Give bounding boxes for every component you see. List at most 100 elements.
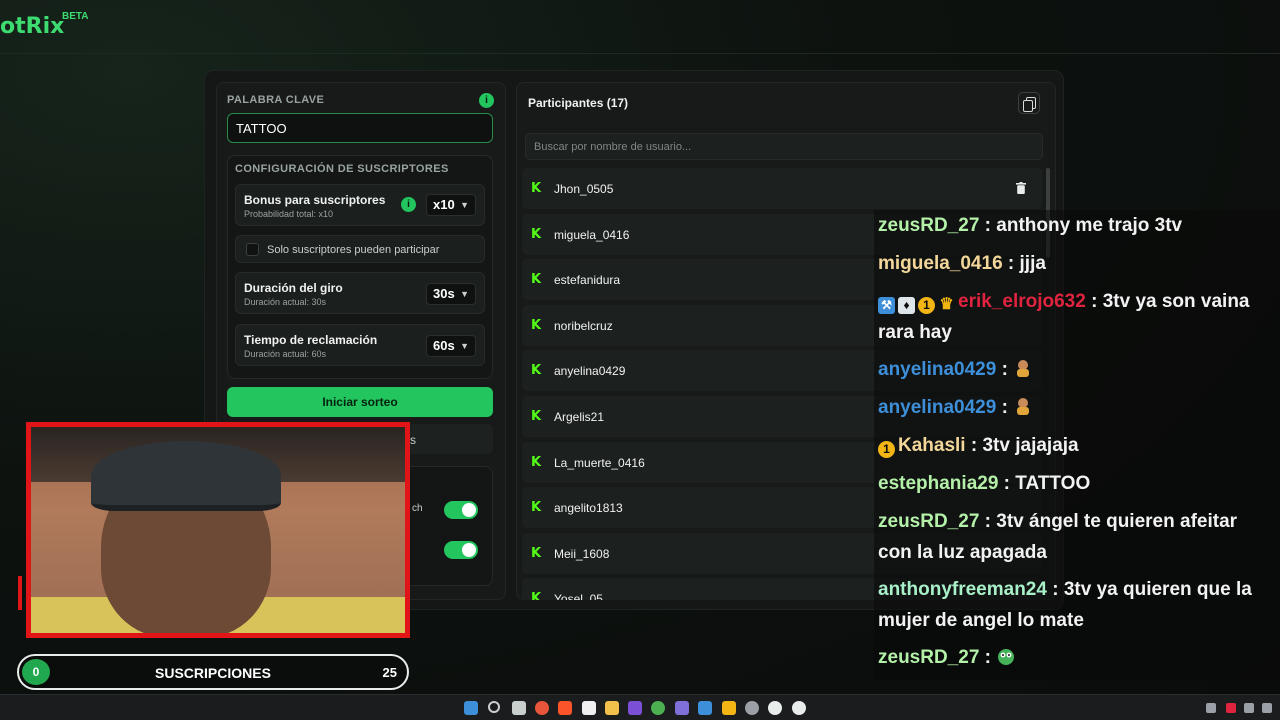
chat-separator: :	[1085, 291, 1103, 312]
toggle-switch-2[interactable]	[444, 541, 478, 559]
bonus-select[interactable]: x10 ▼	[426, 194, 476, 216]
claim-time-select[interactable]: 60s ▼	[426, 335, 476, 357]
emote-icon	[1017, 360, 1030, 377]
kick-icon: K	[531, 226, 542, 242]
toggle-switch-1[interactable]	[444, 501, 478, 519]
brave-icon[interactable]	[558, 701, 572, 715]
info-icon[interactable]: i	[479, 93, 494, 108]
chat-username[interactable]: erik_elrojo632	[958, 291, 1086, 312]
toggle-label: ch	[412, 503, 423, 514]
chat-username[interactable]: zeusRD_27	[878, 647, 979, 668]
gold-badge-icon: 1	[878, 441, 895, 458]
copy-icon[interactable]	[1018, 92, 1040, 114]
trash-icon[interactable]	[1016, 182, 1026, 194]
start-menu-icon[interactable]	[464, 701, 478, 715]
spin-duration-select[interactable]: 30s ▼	[426, 283, 476, 305]
app-icon[interactable]	[745, 701, 759, 715]
toggle-knob	[462, 503, 476, 517]
participant-name: Argelis21	[554, 409, 605, 424]
participant-name: noribelcruz	[554, 318, 613, 333]
shield-icon[interactable]	[698, 701, 712, 715]
task-view-icon[interactable]	[512, 701, 526, 715]
beta-badge: BETA	[62, 11, 89, 22]
kick-icon: K	[531, 500, 542, 516]
chevron-down-icon: ▼	[460, 200, 469, 210]
chat-username[interactable]: Kahasli	[898, 435, 966, 456]
chat-separator: :	[1046, 579, 1064, 600]
chat-message: anyelina0429 :	[878, 354, 1276, 385]
chat-username[interactable]: zeusRD_27	[878, 511, 979, 532]
chat-separator: :	[965, 435, 983, 456]
chat-message: zeusRD_27 : anthony me trajo 3tv	[878, 210, 1276, 241]
bonus-select-value: x10	[433, 197, 455, 212]
windows-taskbar	[0, 694, 1280, 720]
participant-row[interactable]: K Jhon_0505	[522, 168, 1042, 209]
chat-text: TATTOO	[1015, 473, 1091, 494]
microphone-icon[interactable]	[1226, 703, 1236, 713]
calendar-icon[interactable]	[582, 701, 596, 715]
play-icon[interactable]	[792, 701, 806, 715]
chat-text: jjja	[1019, 253, 1046, 274]
chat-message: 1 Kahasli : 3tv jajajaja	[878, 430, 1276, 461]
bonus-card: Bonus para suscriptores Probabilidad tot…	[235, 184, 485, 226]
chat-username[interactable]: zeusRD_27	[878, 215, 979, 236]
secondary-button-label: s	[410, 433, 416, 447]
chat-username[interactable]: anyelina0429	[878, 397, 996, 418]
chat-separator: :	[979, 511, 997, 532]
bonus-subtitle: Probabilidad total: x10	[244, 209, 334, 219]
app-icon[interactable]	[722, 701, 736, 715]
app-icon[interactable]	[628, 701, 642, 715]
toggle-knob	[462, 543, 476, 557]
spin-duration-title: Duración del giro	[244, 281, 343, 295]
spin-duration-value: 30s	[433, 286, 455, 301]
participant-name: La_muerte_0416	[554, 455, 645, 470]
app-logo[interactable]: otRix	[0, 14, 64, 39]
subs-label: SUSCRIPCIONES	[155, 665, 271, 681]
folder-icon[interactable]	[605, 701, 619, 715]
chat-username[interactable]: estephania29	[878, 473, 998, 494]
chat-message: zeusRD_27 : 3tv ángel te quieren afeitar…	[878, 506, 1276, 568]
tray-icon[interactable]	[1206, 703, 1216, 713]
only-subs-checkbox[interactable]	[246, 243, 259, 256]
app-icon[interactable]	[768, 701, 782, 715]
bonus-title: Bonus para suscriptores	[244, 193, 386, 207]
chat-message: zeusRD_27 :	[878, 642, 1276, 673]
browser-icon[interactable]	[535, 701, 549, 715]
chat-username[interactable]: miguela_0416	[878, 253, 1003, 274]
emote-icon	[998, 649, 1015, 665]
claim-time-title: Tiempo de reclamación	[244, 333, 378, 347]
only-subs-card[interactable]: Solo suscriptores pueden participar	[235, 235, 485, 263]
spin-duration-subtitle: Duración actual: 30s	[244, 297, 327, 307]
keyword-label: PALABRA CLAVE	[227, 94, 325, 106]
subscriber-config-label: CONFIGURACIÓN DE SUSCRIPTORES	[235, 163, 449, 175]
webcam-cap	[91, 441, 281, 511]
chat-username[interactable]: anthonyfreeman24	[878, 579, 1047, 600]
chat-separator: :	[1002, 253, 1020, 274]
participant-search-input[interactable]	[525, 133, 1043, 160]
chat-message: anthonyfreeman24 : 3tv ya quieren que la…	[878, 574, 1276, 636]
chrome-icon[interactable]	[651, 701, 665, 715]
webcam-overlay	[26, 422, 410, 638]
spin-duration-card: Duración del giro Duración actual: 30s 3…	[235, 272, 485, 314]
participant-name: Jhon_0505	[554, 182, 614, 196]
kick-icon: K	[531, 317, 542, 333]
tray-icon[interactable]	[1262, 703, 1272, 713]
app-icon[interactable]	[675, 701, 689, 715]
participant-name: Meii_1608	[554, 546, 610, 561]
kick-icon: K	[531, 408, 542, 424]
chat-separator: :	[998, 473, 1016, 494]
chat-separator: :	[996, 397, 1008, 418]
search-icon[interactable]	[488, 701, 500, 713]
chat-username[interactable]: anyelina0429	[878, 359, 996, 380]
webcam-frame-decoration	[18, 576, 22, 610]
only-subs-label: Solo suscriptores pueden participar	[267, 244, 440, 256]
keyword-input[interactable]	[227, 113, 493, 143]
crown-badge-icon: ♛	[939, 296, 954, 313]
chat-text: anthony me trajo 3tv	[996, 215, 1183, 236]
tray-icon[interactable]	[1244, 703, 1254, 713]
chat-message: ⚒ ♦ 1 ♛ erik_elrojo632 : 3tv ya son vaina ra…	[878, 286, 1276, 348]
bonus-info-icon[interactable]: i	[401, 197, 416, 212]
gold-badge-icon: 1	[918, 297, 935, 314]
start-giveaway-button[interactable]: Iniciar sorteo	[227, 387, 493, 417]
top-bar: otRix BETA	[0, 0, 1280, 54]
